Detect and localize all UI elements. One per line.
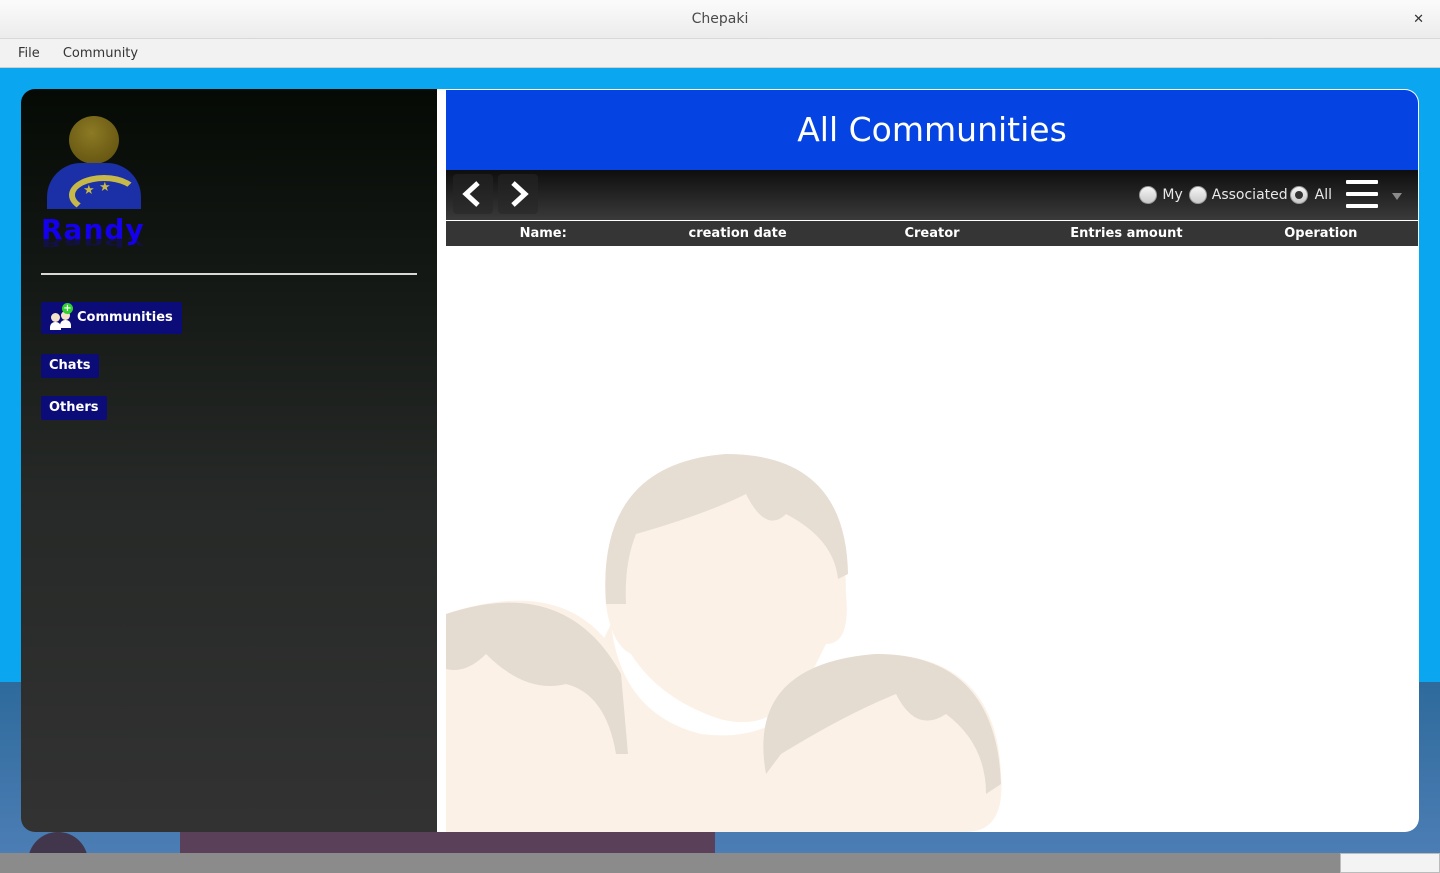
radio-dot-selected bbox=[1289, 186, 1308, 204]
status-bar bbox=[0, 853, 1440, 873]
radio-dot bbox=[1188, 186, 1207, 204]
community-add-icon: + bbox=[49, 303, 73, 330]
table-header: Name: creation date Creator Entries amou… bbox=[446, 221, 1418, 246]
window-titlebar: Chepaki ✕ bbox=[0, 0, 1440, 39]
page-title: All Communities bbox=[797, 110, 1067, 149]
column-creator[interactable]: Creator bbox=[835, 221, 1029, 246]
toolbar: My Associated All bbox=[446, 170, 1418, 220]
menu-file[interactable]: File bbox=[9, 39, 49, 68]
communities-label: Communities bbox=[77, 310, 173, 325]
filter-my-label: My bbox=[1162, 187, 1183, 203]
forward-button[interactable] bbox=[498, 174, 538, 214]
divider bbox=[41, 273, 417, 275]
filter-associated-label: Associated bbox=[1211, 187, 1288, 203]
column-creation-date[interactable]: creation date bbox=[640, 221, 834, 246]
menu-community[interactable]: Community bbox=[54, 39, 147, 68]
filter-my-radio[interactable]: My bbox=[1139, 186, 1183, 204]
menu-bar: File Community bbox=[0, 39, 1440, 68]
menu-button[interactable] bbox=[1346, 180, 1402, 212]
chevron-left-icon bbox=[462, 181, 480, 207]
username-reflection: Randy bbox=[41, 237, 145, 249]
back-button[interactable] bbox=[453, 174, 493, 214]
background-shape bbox=[180, 832, 715, 854]
others-button[interactable]: Others bbox=[41, 396, 107, 420]
radio-dot bbox=[1139, 186, 1158, 204]
community-watermark-illustration bbox=[446, 454, 1002, 832]
page-header: All Communities bbox=[446, 90, 1418, 170]
chats-button[interactable]: Chats bbox=[41, 354, 99, 378]
main-panel: All Communities My Associated All Name: … bbox=[437, 89, 1419, 832]
chats-label: Chats bbox=[49, 358, 91, 373]
window-title: Chepaki bbox=[691, 11, 749, 27]
others-label: Others bbox=[49, 400, 99, 415]
filter-all-label: All bbox=[1314, 187, 1332, 203]
filter-radio-group: My Associated All bbox=[1133, 186, 1332, 204]
column-entries-amount[interactable]: Entries amount bbox=[1029, 221, 1223, 246]
chevron-down-icon bbox=[1392, 193, 1402, 200]
communities-button[interactable]: + Communities bbox=[41, 302, 182, 334]
chevron-right-icon bbox=[511, 181, 529, 207]
avatar-body: ★ ★ bbox=[47, 163, 141, 209]
avatar-head bbox=[69, 116, 119, 164]
filter-associated-radio[interactable]: Associated bbox=[1188, 186, 1288, 204]
filter-all-radio[interactable]: All bbox=[1289, 186, 1332, 204]
avatar[interactable]: ★ ★ bbox=[45, 115, 141, 211]
sidebar: ★ ★ Randy Randy + Communities Chats Othe… bbox=[21, 89, 437, 832]
column-operation[interactable]: Operation bbox=[1224, 221, 1418, 246]
status-bar-box bbox=[1340, 853, 1440, 873]
column-name[interactable]: Name: bbox=[446, 221, 640, 246]
close-icon[interactable]: ✕ bbox=[1413, 0, 1424, 39]
